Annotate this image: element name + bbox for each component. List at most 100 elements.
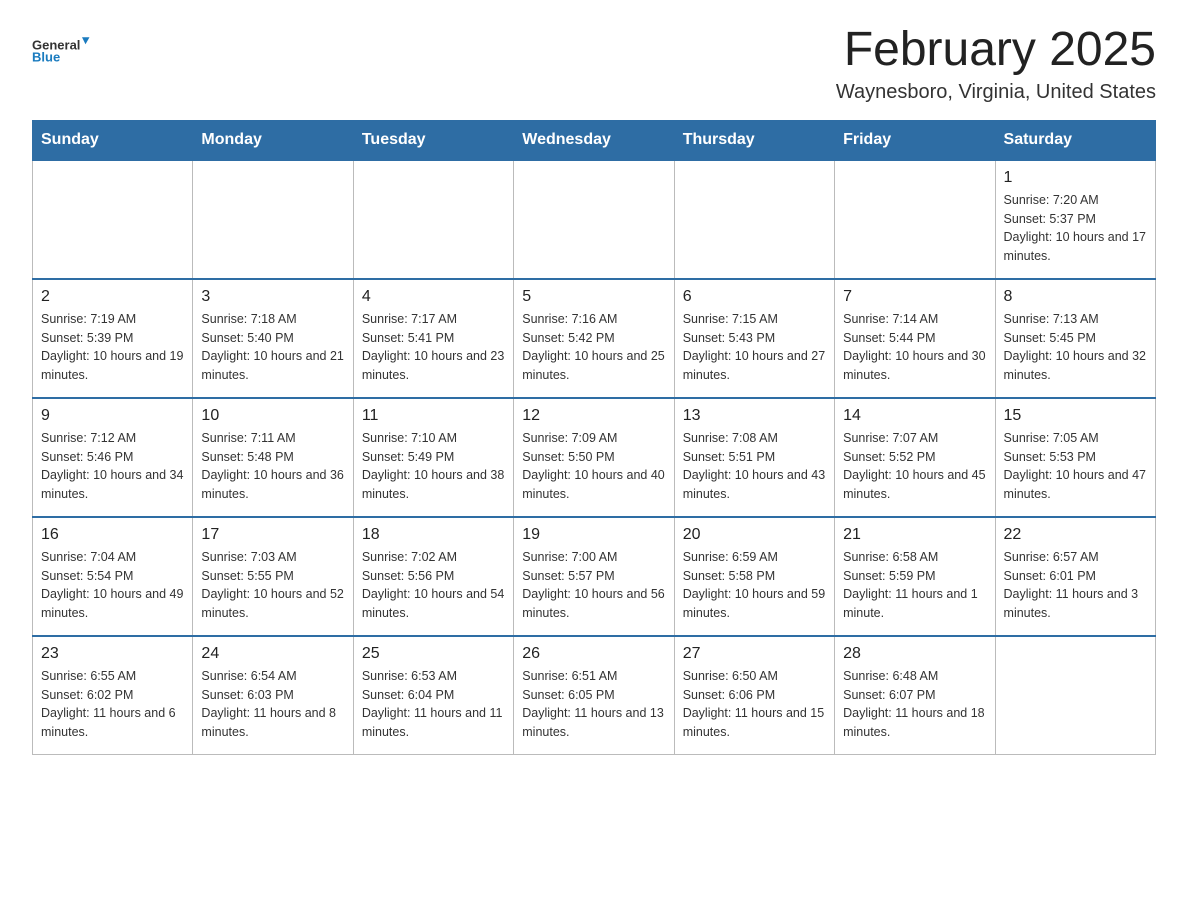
calendar-cell: 24 Sunrise: 6:54 AMSunset: 6:03 PMDayligh…: [193, 636, 353, 755]
calendar-cell: 23 Sunrise: 6:55 AMSunset: 6:02 PMDayligh…: [33, 636, 193, 755]
day-number: 21: [843, 526, 986, 544]
calendar-cell: 15 Sunrise: 7:05 AMSunset: 5:53 PMDayligh…: [995, 398, 1155, 517]
calendar-week-row: 1 Sunrise: 7:20 AMSunset: 5:37 PMDaylight…: [33, 160, 1156, 279]
logo: General Blue: [32, 24, 92, 74]
day-info: Sunrise: 7:11 AMSunset: 5:48 PMDaylight:…: [201, 429, 344, 504]
calendar-cell: 26 Sunrise: 6:51 AMSunset: 6:05 PMDayligh…: [514, 636, 674, 755]
calendar-cell: 9 Sunrise: 7:12 AMSunset: 5:46 PMDaylight…: [33, 398, 193, 517]
calendar-cell: 28 Sunrise: 6:48 AMSunset: 6:07 PMDayligh…: [835, 636, 995, 755]
day-info: Sunrise: 6:48 AMSunset: 6:07 PMDaylight:…: [843, 667, 986, 742]
calendar-cell: 25Sunrise: 6:53 AMSunset: 6:04 PMDayligh…: [353, 636, 513, 755]
day-number: 6: [683, 288, 826, 306]
day-info: Sunrise: 7:08 AMSunset: 5:51 PMDaylight:…: [683, 429, 826, 504]
calendar-cell: [33, 160, 193, 279]
day-info: Sunrise: 7:02 AMSunset: 5:56 PMDaylight:…: [362, 548, 505, 623]
location: Waynesboro, Virginia, United States: [836, 81, 1156, 104]
day-info: Sunrise: 7:04 AMSunset: 5:54 PMDaylight:…: [41, 548, 184, 623]
day-number: 12: [522, 407, 665, 425]
day-number: 17: [201, 526, 344, 544]
calendar-cell: 20 Sunrise: 6:59 AMSunset: 5:58 PMDayligh…: [674, 517, 834, 636]
day-number: 4: [362, 288, 505, 306]
day-info: Sunrise: 7:09 AMSunset: 5:50 PMDaylight:…: [522, 429, 665, 504]
day-of-week-header: Saturday: [995, 120, 1155, 160]
day-number: 24: [201, 645, 344, 663]
day-of-week-header: Friday: [835, 120, 995, 160]
day-info: Sunrise: 7:16 AMSunset: 5:42 PMDaylight:…: [522, 310, 665, 385]
page-header: General Blue February 2025 Waynesboro, V…: [32, 24, 1156, 104]
day-info: Sunrise: 7:13 AMSunset: 5:45 PMDaylight:…: [1004, 310, 1147, 385]
day-info: Sunrise: 6:55 AMSunset: 6:02 PMDaylight:…: [41, 667, 184, 742]
calendar-cell: 11 Sunrise: 7:10 AMSunset: 5:49 PMDayligh…: [353, 398, 513, 517]
day-number: 15: [1004, 407, 1147, 425]
day-of-week-header: Thursday: [674, 120, 834, 160]
calendar-cell: 27 Sunrise: 6:50 AMSunset: 6:06 PMDayligh…: [674, 636, 834, 755]
calendar-cell: 10 Sunrise: 7:11 AMSunset: 5:48 PMDayligh…: [193, 398, 353, 517]
day-info: Sunrise: 6:53 AMSunset: 6:04 PMDaylight:…: [362, 667, 505, 742]
day-info: Sunrise: 7:12 AMSunset: 5:46 PMDaylight:…: [41, 429, 184, 504]
day-number: 27: [683, 645, 826, 663]
day-of-week-header: Sunday: [33, 120, 193, 160]
day-number: 7: [843, 288, 986, 306]
title-block: February 2025 Waynesboro, Virginia, Unit…: [836, 24, 1156, 104]
day-number: 10: [201, 407, 344, 425]
day-info: Sunrise: 7:19 AMSunset: 5:39 PMDaylight:…: [41, 310, 184, 385]
day-number: 26: [522, 645, 665, 663]
day-info: Sunrise: 6:51 AMSunset: 6:05 PMDaylight:…: [522, 667, 665, 742]
calendar-cell: 17 Sunrise: 7:03 AMSunset: 5:55 PMDayligh…: [193, 517, 353, 636]
day-info: Sunrise: 6:54 AMSunset: 6:03 PMDaylight:…: [201, 667, 344, 742]
calendar-header-row: SundayMondayTuesdayWednesdayThursdayFrid…: [33, 120, 1156, 160]
day-number: 13: [683, 407, 826, 425]
day-number: 11: [362, 407, 505, 425]
calendar-cell: [835, 160, 995, 279]
day-info: Sunrise: 7:00 AMSunset: 5:57 PMDaylight:…: [522, 548, 665, 623]
month-title: February 2025: [836, 24, 1156, 77]
day-info: Sunrise: 7:03 AMSunset: 5:55 PMDaylight:…: [201, 548, 344, 623]
day-info: Sunrise: 6:57 AMSunset: 6:01 PMDaylight:…: [1004, 548, 1147, 623]
day-info: Sunrise: 7:15 AMSunset: 5:43 PMDaylight:…: [683, 310, 826, 385]
calendar-week-row: 16 Sunrise: 7:04 AMSunset: 5:54 PMDayligh…: [33, 517, 1156, 636]
day-number: 20: [683, 526, 826, 544]
calendar-cell: 14Sunrise: 7:07 AMSunset: 5:52 PMDayligh…: [835, 398, 995, 517]
calendar-cell: 21 Sunrise: 6:58 AMSunset: 5:59 PMDayligh…: [835, 517, 995, 636]
day-number: 5: [522, 288, 665, 306]
calendar-table: SundayMondayTuesdayWednesdayThursdayFrid…: [32, 120, 1156, 755]
logo-svg: General Blue: [32, 24, 92, 74]
calendar-cell: [674, 160, 834, 279]
day-number: 28: [843, 645, 986, 663]
day-info: Sunrise: 7:17 AMSunset: 5:41 PMDaylight:…: [362, 310, 505, 385]
calendar-cell: 4 Sunrise: 7:17 AMSunset: 5:41 PMDaylight…: [353, 279, 513, 398]
day-of-week-header: Wednesday: [514, 120, 674, 160]
calendar-cell: 2 Sunrise: 7:19 AMSunset: 5:39 PMDaylight…: [33, 279, 193, 398]
calendar-cell: 12 Sunrise: 7:09 AMSunset: 5:50 PMDayligh…: [514, 398, 674, 517]
calendar-cell: [353, 160, 513, 279]
day-number: 14: [843, 407, 986, 425]
day-info: Sunrise: 7:05 AMSunset: 5:53 PMDaylight:…: [1004, 429, 1147, 504]
svg-text:Blue: Blue: [32, 49, 60, 64]
day-number: 23: [41, 645, 184, 663]
day-number: 9: [41, 407, 184, 425]
calendar-cell: 6 Sunrise: 7:15 AMSunset: 5:43 PMDaylight…: [674, 279, 834, 398]
day-info: Sunrise: 7:20 AMSunset: 5:37 PMDaylight:…: [1004, 191, 1147, 266]
day-number: 22: [1004, 526, 1147, 544]
calendar-cell: 8 Sunrise: 7:13 AMSunset: 5:45 PMDaylight…: [995, 279, 1155, 398]
day-info: Sunrise: 7:14 AMSunset: 5:44 PMDaylight:…: [843, 310, 986, 385]
day-number: 16: [41, 526, 184, 544]
day-info: Sunrise: 6:58 AMSunset: 5:59 PMDaylight:…: [843, 548, 986, 623]
day-info: Sunrise: 6:50 AMSunset: 6:06 PMDaylight:…: [683, 667, 826, 742]
calendar-cell: 22 Sunrise: 6:57 AMSunset: 6:01 PMDayligh…: [995, 517, 1155, 636]
day-number: 19: [522, 526, 665, 544]
day-number: 8: [1004, 288, 1147, 306]
calendar-cell: [995, 636, 1155, 755]
day-info: Sunrise: 6:59 AMSunset: 5:58 PMDaylight:…: [683, 548, 826, 623]
day-info: Sunrise: 7:18 AMSunset: 5:40 PMDaylight:…: [201, 310, 344, 385]
day-info: Sunrise: 7:10 AMSunset: 5:49 PMDaylight:…: [362, 429, 505, 504]
day-of-week-header: Monday: [193, 120, 353, 160]
calendar-cell: [514, 160, 674, 279]
day-number: 18: [362, 526, 505, 544]
calendar-cell: 19 Sunrise: 7:00 AMSunset: 5:57 PMDayligh…: [514, 517, 674, 636]
day-number: 1: [1004, 169, 1147, 187]
calendar-cell: 18 Sunrise: 7:02 AMSunset: 5:56 PMDayligh…: [353, 517, 513, 636]
calendar-cell: 16 Sunrise: 7:04 AMSunset: 5:54 PMDayligh…: [33, 517, 193, 636]
day-number: 2: [41, 288, 184, 306]
day-of-week-header: Tuesday: [353, 120, 513, 160]
